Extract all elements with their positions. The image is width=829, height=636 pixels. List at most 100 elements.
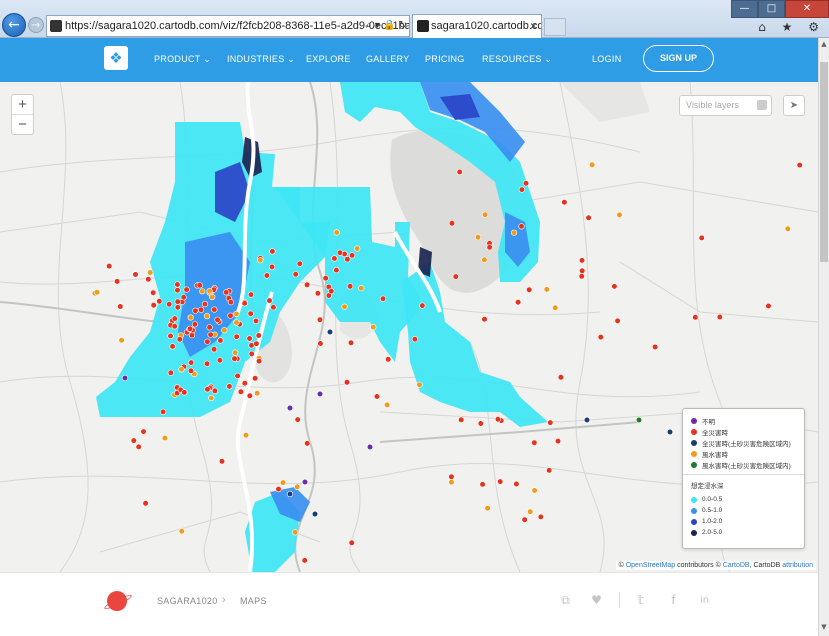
shelter-point[interactable] — [527, 508, 534, 515]
shelter-point[interactable] — [121, 374, 129, 382]
shelter-point[interactable] — [349, 252, 356, 259]
shelter-point[interactable] — [106, 263, 113, 270]
zoom-out-button[interactable]: − — [12, 115, 33, 135]
shelter-point[interactable] — [247, 291, 255, 298]
nav-resources[interactable]: RESOURCES ⌄ — [482, 54, 552, 65]
osm-link[interactable]: OpenStreetMap — [626, 562, 675, 569]
shelter-point[interactable] — [611, 283, 618, 290]
shelter-point[interactable] — [547, 419, 554, 426]
shelter-point[interactable] — [206, 324, 213, 331]
back-button[interactable]: ← — [2, 13, 26, 37]
shelter-point[interactable] — [145, 276, 152, 283]
shelter-point[interactable] — [546, 467, 553, 474]
shelter-point[interactable] — [294, 483, 301, 491]
shelter-point[interactable] — [522, 180, 530, 187]
page-scrollbar[interactable]: ▲ ▼ — [818, 38, 829, 636]
shelter-point[interactable] — [482, 211, 489, 218]
shelter-point[interactable] — [518, 223, 525, 230]
shelter-point[interactable] — [635, 416, 643, 424]
shelter-point[interactable] — [132, 271, 139, 278]
shelter-point[interactable] — [218, 458, 226, 465]
shelter-point[interactable] — [317, 340, 324, 347]
shelter-point[interactable] — [521, 516, 528, 523]
shelter-point[interactable] — [160, 408, 167, 416]
shelter-point[interactable] — [246, 392, 253, 399]
shelter-point[interactable] — [237, 388, 244, 395]
shelter-point[interactable] — [448, 473, 455, 480]
shelter-point[interactable] — [616, 211, 623, 218]
new-tab-button[interactable] — [544, 18, 566, 36]
scroll-thumb[interactable] — [820, 62, 828, 262]
shelter-point[interactable] — [217, 337, 224, 344]
cartodb-planet-logo-icon[interactable] — [107, 591, 127, 611]
shelter-point[interactable] — [348, 539, 355, 546]
shelter-point[interactable] — [252, 317, 260, 325]
shelter-point[interactable] — [456, 168, 463, 176]
shelter-point[interactable] — [211, 346, 218, 353]
shelter-point[interactable] — [209, 293, 216, 301]
shelter-point[interactable] — [117, 303, 124, 310]
shelter-point[interactable] — [651, 343, 659, 351]
shelter-point[interactable] — [270, 304, 277, 311]
shelter-point[interactable] — [192, 307, 199, 314]
shelter-point[interactable] — [531, 439, 538, 446]
shelter-point[interactable] — [216, 357, 223, 364]
shelter-point[interactable] — [366, 443, 374, 451]
shelter-point[interactable] — [246, 335, 253, 342]
shelter-point[interactable] — [178, 366, 185, 373]
shelter-point[interactable] — [150, 302, 157, 309]
shelter-point[interactable] — [458, 416, 465, 423]
shelter-point[interactable] — [248, 350, 255, 358]
shelter-point[interactable] — [692, 314, 699, 321]
shelter-point[interactable] — [171, 323, 178, 330]
breadcrumb-user[interactable]: SAGARA1020 — [157, 596, 218, 606]
shelter-point[interactable] — [142, 500, 149, 507]
shelter-point[interactable] — [208, 394, 215, 402]
shelter-point[interactable] — [796, 161, 803, 169]
shelter-point[interactable] — [268, 263, 276, 270]
shelter-point[interactable] — [211, 306, 218, 313]
shelter-point[interactable] — [479, 481, 486, 488]
shelter-point[interactable] — [256, 358, 263, 365]
shelter-point[interactable] — [93, 289, 101, 296]
shelter-point[interactable] — [543, 286, 550, 293]
shelter-point[interactable] — [204, 386, 211, 393]
shelter-point[interactable] — [419, 302, 426, 309]
shelter-point[interactable] — [233, 333, 240, 340]
shelter-point[interactable] — [161, 435, 168, 442]
shelter-point[interactable] — [311, 510, 319, 518]
shelter-point[interactable] — [333, 229, 340, 236]
shelter-point[interactable] — [373, 393, 381, 400]
shelter-point[interactable] — [150, 289, 157, 296]
shelter-point[interactable] — [370, 324, 377, 331]
shelter-point[interactable] — [583, 416, 591, 424]
shelter-point[interactable] — [588, 161, 596, 168]
shelter-point[interactable] — [167, 369, 174, 376]
shelter-point[interactable] — [597, 334, 604, 341]
shelter-point[interactable] — [474, 234, 482, 241]
facebook-icon[interactable]: f — [667, 594, 680, 607]
shelter-point[interactable] — [254, 390, 261, 397]
shelter-point[interactable] — [304, 440, 311, 447]
shelter-point[interactable] — [242, 432, 250, 439]
shelter-point[interactable] — [526, 286, 533, 293]
shelter-point[interactable] — [226, 383, 233, 390]
shelter-point[interactable] — [347, 283, 354, 290]
shelter-point[interactable] — [183, 286, 190, 293]
shelter-point[interactable] — [279, 479, 287, 486]
shelter-point[interactable] — [333, 267, 340, 274]
shelter-point[interactable] — [241, 380, 248, 387]
shelter-point[interactable] — [191, 321, 198, 328]
visible-layers-selector[interactable]: Visible layers — [679, 95, 772, 116]
shelter-point[interactable] — [452, 273, 459, 280]
shelter-point[interactable] — [336, 249, 344, 256]
shelter-point[interactable] — [247, 310, 254, 317]
signup-button[interactable]: SIGN UP — [643, 45, 714, 72]
shelter-point[interactable] — [698, 234, 705, 241]
shelter-point[interactable] — [513, 480, 520, 488]
shelter-point[interactable] — [174, 298, 181, 305]
shelter-point[interactable] — [486, 244, 493, 251]
linkedin-icon[interactable]: in — [698, 594, 711, 607]
shelter-point[interactable] — [314, 290, 322, 297]
shelter-point[interactable] — [354, 245, 361, 252]
